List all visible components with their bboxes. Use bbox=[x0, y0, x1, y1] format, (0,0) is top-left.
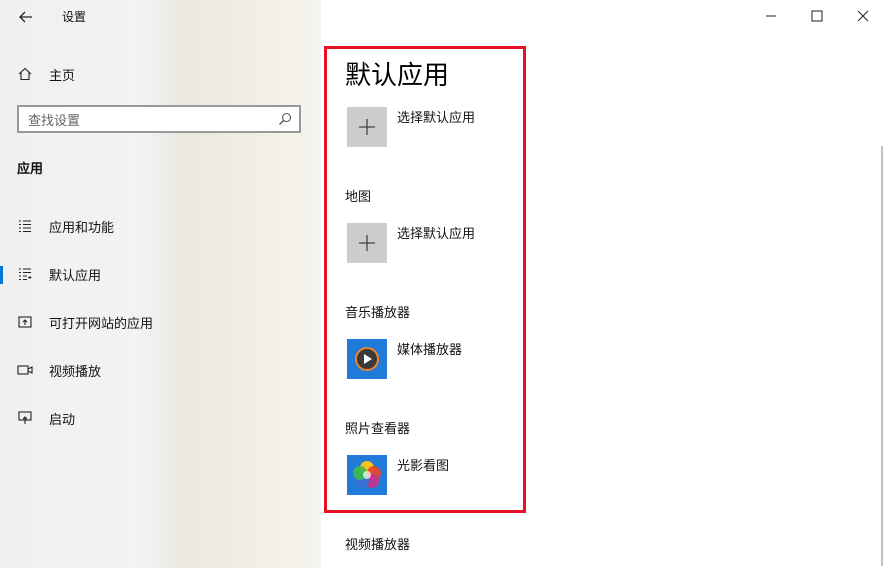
app-name: 光影看图 bbox=[397, 459, 450, 474]
plus-icon bbox=[347, 107, 387, 147]
apps-features-icon bbox=[17, 218, 33, 234]
sidebar: 设置 主页 查找设置 应用 应用和功能 默认应用 可打开网站的应用 视频播放 启… bbox=[0, 0, 321, 568]
scrollbar[interactable] bbox=[881, 146, 883, 566]
sidebar-item-label: 启动 bbox=[49, 412, 76, 428]
app-name: 选择默认应用 bbox=[397, 227, 476, 242]
nav-home[interactable]: 主页 bbox=[0, 58, 321, 90]
plus-icon bbox=[347, 223, 387, 263]
sidebar-item-label: 默认应用 bbox=[49, 268, 102, 284]
sidebar-item-default-apps[interactable]: 默认应用 bbox=[0, 258, 321, 290]
group-label-photo-viewer: 照片查看器 bbox=[345, 422, 411, 437]
page-title: 默认应用 bbox=[345, 61, 450, 91]
maximize-button[interactable] bbox=[794, 0, 840, 32]
window-title: 设置 bbox=[62, 10, 87, 24]
search-placeholder: 查找设置 bbox=[28, 113, 81, 129]
group-label-video-player: 视频播放器 bbox=[345, 538, 411, 553]
default-app-picker[interactable]: 选择默认应用 bbox=[347, 107, 607, 147]
app-name: 选择默认应用 bbox=[397, 111, 476, 126]
home-icon bbox=[17, 66, 33, 82]
app-name: 媒体播放器 bbox=[397, 343, 463, 358]
media-player-icon bbox=[347, 339, 387, 379]
sidebar-item-apps-features[interactable]: 应用和功能 bbox=[0, 210, 321, 242]
section-title: 应用 bbox=[17, 162, 44, 177]
video-playback-icon bbox=[17, 362, 33, 378]
music-player-picker[interactable]: 媒体播放器 bbox=[347, 339, 607, 379]
photo-viewer-picker[interactable]: 光影看图 bbox=[347, 455, 607, 495]
minimize-icon bbox=[766, 15, 776, 17]
close-button[interactable] bbox=[840, 0, 886, 32]
photo-viewer-icon bbox=[347, 455, 387, 495]
group-label-maps: 地图 bbox=[345, 190, 372, 205]
sidebar-item-label: 应用和功能 bbox=[49, 220, 115, 236]
sidebar-item-label: 视频播放 bbox=[49, 364, 102, 380]
maximize-icon bbox=[811, 10, 823, 22]
search-icon[interactable] bbox=[278, 112, 292, 126]
sidebar-item-label: 可打开网站的应用 bbox=[49, 316, 154, 332]
minimize-button[interactable] bbox=[748, 0, 794, 32]
apps-for-websites-icon bbox=[17, 314, 33, 330]
sidebar-item-video-playback[interactable]: 视频播放 bbox=[0, 354, 321, 386]
search-input[interactable]: 查找设置 bbox=[17, 105, 301, 133]
close-icon bbox=[857, 10, 869, 22]
maps-app-picker[interactable]: 选择默认应用 bbox=[347, 223, 607, 263]
default-apps-icon bbox=[17, 266, 33, 282]
sidebar-item-startup[interactable]: 启动 bbox=[0, 402, 321, 434]
sidebar-item-apps-for-websites[interactable]: 可打开网站的应用 bbox=[0, 306, 321, 338]
group-label-music-player: 音乐播放器 bbox=[345, 306, 411, 321]
back-arrow-icon[interactable] bbox=[17, 8, 35, 26]
startup-icon bbox=[17, 410, 33, 426]
main-content: 默认应用 选择默认应用 地图 选择默认应用 音乐播放器 媒体播放器 照片查看器 bbox=[321, 0, 886, 568]
nav-home-label: 主页 bbox=[49, 68, 76, 84]
